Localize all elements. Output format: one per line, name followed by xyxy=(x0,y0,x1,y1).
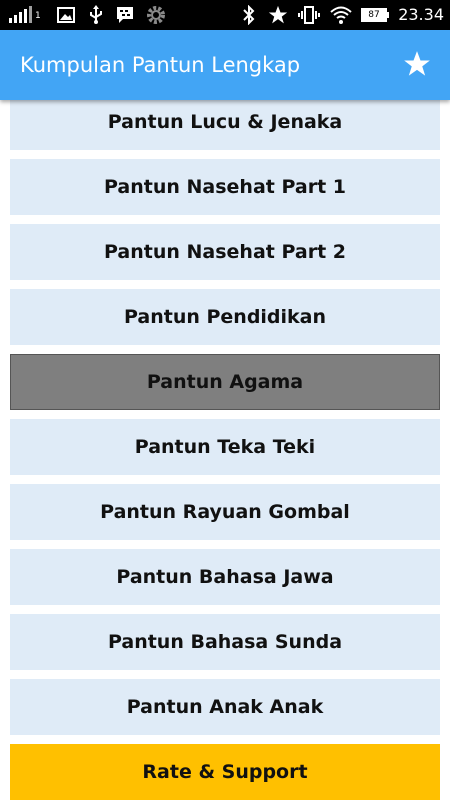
wifi-icon xyxy=(328,0,354,30)
menu-item-nasehat-1[interactable]: Pantun Nasehat Part 1 xyxy=(10,159,440,215)
menu-item-label: Pantun Lucu & Jenaka xyxy=(107,111,343,133)
menu-item-teka-teki[interactable]: Pantun Teka Teki xyxy=(10,419,440,475)
pantun-category-list[interactable]: Pantun Lucu & Jenaka Pantun Nasehat Part… xyxy=(0,100,450,800)
menu-item-rayuan-gombal[interactable]: Pantun Rayuan Gombal xyxy=(10,484,440,540)
usb-icon xyxy=(86,0,106,30)
status-bar: 1 87 23.34 xyxy=(0,0,450,30)
menu-item-label: Pantun Bahasa Sunda xyxy=(107,631,343,653)
star-icon xyxy=(404,51,430,76)
app-bar: Kumpulan Pantun Lengkap xyxy=(0,30,450,100)
menu-item-label: Pantun Anak Anak xyxy=(126,696,324,718)
signal-icon xyxy=(8,0,38,30)
image-icon xyxy=(56,0,76,30)
menu-item-label: Pantun Bahasa Jawa xyxy=(116,566,334,588)
menu-item-label: Pantun Agama xyxy=(146,371,304,393)
menu-item-label: Pantun Nasehat Part 2 xyxy=(104,241,346,263)
menu-item-label: Pantun Teka Teki xyxy=(134,436,316,458)
favorite-star-button[interactable] xyxy=(402,49,432,79)
menu-item-label: Pantun Pendidikan xyxy=(123,306,327,328)
battery-icon: 87 xyxy=(360,0,390,30)
battery-level: 87 xyxy=(368,10,380,20)
menu-item-nasehat-2[interactable]: Pantun Nasehat Part 2 xyxy=(10,224,440,280)
menu-item-label: Pantun Rayuan Gombal xyxy=(100,501,350,523)
bbm-icon xyxy=(114,0,136,30)
menu-item-pendidikan[interactable]: Pantun Pendidikan xyxy=(10,289,440,345)
menu-item-lucu-jenaka[interactable]: Pantun Lucu & Jenaka xyxy=(10,100,440,150)
bluetooth-icon xyxy=(240,0,258,30)
rate-support-label: Rate & Support xyxy=(142,761,308,783)
menu-item-anak-anak[interactable]: Pantun Anak Anak xyxy=(10,679,440,735)
star-icon xyxy=(266,0,290,30)
menu-item-label: Pantun Nasehat Part 1 xyxy=(104,176,346,198)
status-time: 23.34 xyxy=(398,5,444,24)
menu-item-bahasa-sunda[interactable]: Pantun Bahasa Sunda xyxy=(10,614,440,670)
vibrate-icon xyxy=(298,0,320,30)
menu-item-agama[interactable]: Pantun Agama xyxy=(10,354,440,410)
sim-label: 1 xyxy=(35,11,41,21)
page-title: Kumpulan Pantun Lengkap xyxy=(20,53,301,77)
rate-support-button[interactable]: Rate & Support xyxy=(10,744,440,800)
settings-icon xyxy=(144,0,168,30)
menu-item-bahasa-jawa[interactable]: Pantun Bahasa Jawa xyxy=(10,549,440,605)
